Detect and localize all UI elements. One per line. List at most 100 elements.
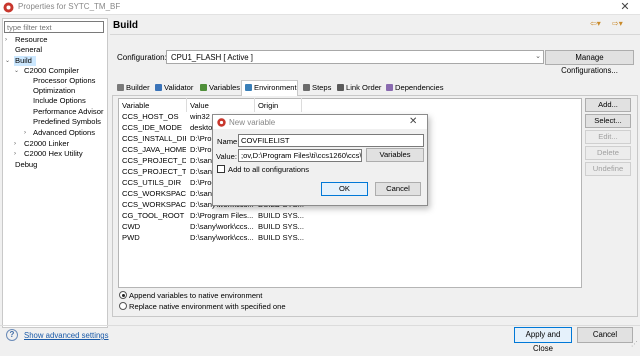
tab-environment[interactable]: Environment [245,82,297,94]
link-order-icon [337,84,344,91]
column-divider[interactable] [301,98,302,112]
configuration-label: Configuration: [117,53,167,62]
cell-variable: PWD [122,233,140,242]
variables-icon [200,84,207,91]
tree-item-predefined-symbols[interactable]: Predefined Symbols [33,117,101,127]
chevron-down-icon[interactable]: ⌄ [532,50,544,64]
tab-label: Variables [209,83,241,92]
name-label: Name: [217,137,240,146]
cell-variable: CG_TOOL_ROOT [122,211,185,220]
forward-arrow-icon[interactable]: ⇨▾ [612,19,623,28]
value-label: Value: [216,152,237,161]
cell-variable: CWD [122,222,141,231]
cell-variable: CCS_WORKSPAC... [122,200,186,209]
tab-label: Environment [254,83,297,92]
tab-link-order[interactable]: Link Order [337,82,381,94]
add-to-all-configurations-label: Add to all configurations [228,165,310,174]
page-title: Build [113,20,138,31]
tab-label: Validator [164,83,194,92]
tab-label: Dependencies [395,83,444,92]
cell-origin: BUILD SYS... [258,211,304,220]
back-arrow-icon[interactable]: ⇦▾ [590,19,601,28]
tree-item-build[interactable]: Build [14,56,36,66]
dependencies-icon [386,84,393,91]
expand-icon[interactable]: › [14,139,16,149]
value-field[interactable]: ;ov,D:\Program Files\ti\ccs1260\ccs\ [238,149,362,162]
column-divider[interactable] [186,98,187,112]
show-advanced-settings-link[interactable]: Show advanced settings [24,331,109,340]
name-field[interactable]: COVFILELIST [238,134,424,147]
validator-icon [155,84,162,91]
expand-icon[interactable]: › [5,35,7,45]
select-button[interactable]: Select... [585,114,631,128]
cell-origin: BUILD SYS... [258,233,304,242]
cell-variable: CCS_PROJECT_TE... [122,167,186,176]
expand-icon[interactable]: › [24,128,26,138]
dialog-title: New variable [229,118,276,127]
tree-item-debug[interactable]: Debug [15,160,37,170]
cell-variable: CCS_WORKSPAC... [122,189,186,198]
tab-variables[interactable]: Variables [200,82,240,94]
add-to-all-configurations-checkbox[interactable] [217,165,225,173]
cell-variable: CCS_HOST_OS [122,112,179,121]
app-icon [3,2,14,13]
variables-button[interactable]: Variables [366,148,424,162]
configuration-select[interactable]: CPU1_FLASH [ Active ] [166,50,544,64]
collapse-icon[interactable]: ⌄ [14,66,19,76]
column-divider[interactable] [254,98,255,112]
tree-item-include-options[interactable]: Include Options [33,96,86,106]
tab-validator[interactable]: Validator [155,82,193,94]
cancel-button[interactable]: Cancel [577,327,633,343]
tree-item-c2000-linker[interactable]: C2000 Linker [24,139,69,149]
tab-builder[interactable]: Builder [117,82,150,94]
column-header-value[interactable]: Value [190,101,209,110]
cell-value: D:\sany\work\ccs... [190,222,254,231]
tree-item-processor-options[interactable]: Processor Options [33,76,95,86]
help-icon[interactable]: ? [6,329,18,341]
tab-label: Steps [312,83,332,92]
delete-button[interactable]: Delete [585,146,631,160]
header-divider [110,34,640,35]
tree-item-advanced-options[interactable]: Advanced Options [33,128,95,138]
footer-divider [0,325,640,326]
tree-item-general[interactable]: General [15,45,42,55]
cell-variable: CCS_INSTALL_DIR [122,134,186,143]
app-icon [217,118,226,127]
tab-steps[interactable]: Steps [303,82,331,94]
edit-button[interactable]: Edit... [585,130,631,144]
cell-value: D:\sany\work\ccs... [190,233,254,242]
manage-configurations-button[interactable]: Manage Configurations... [545,50,634,75]
tree-item-c2000-hex-utility[interactable]: C2000 Hex Utility [24,149,83,159]
tab-label: Link Order [346,83,382,92]
ok-button[interactable]: OK [321,182,368,196]
replace-radio-label: Replace native environment with specifie… [129,302,286,311]
dialog-cancel-button[interactable]: Cancel [375,182,421,196]
cell-origin: BUILD SYS... [258,222,304,231]
filter-input[interactable] [4,21,104,33]
cell-variable: CCS_JAVA_HOME [122,145,186,154]
append-radio-label: Append variables to native environment [129,291,263,300]
steps-icon [303,84,310,91]
cell-variable: CCS_IDE_MODE [122,123,182,132]
tree-item-performance-advisor[interactable]: Performance Advisor [33,107,103,117]
replace-radio[interactable] [119,302,127,310]
add-button[interactable]: Add... [585,98,631,112]
expand-icon[interactable]: › [14,149,16,159]
window-title: Properties for SYTC_TM_BF [18,2,121,11]
column-header-origin[interactable]: Origin [258,101,278,110]
tree-item-resource[interactable]: Resource [15,35,48,45]
cell-variable: CCS_PROJECT_DIR [122,156,186,165]
undefine-button[interactable]: Undefine [585,162,631,176]
close-icon[interactable]: ✕ [409,116,417,127]
tree-item-optimization[interactable]: Optimization [33,86,75,96]
tab-dependencies[interactable]: Dependencies [386,82,444,94]
apply-and-close-button[interactable]: Apply and Close [514,327,572,353]
cell-value: D:\Program Files... [190,211,254,220]
tree-item-c2000-compiler[interactable]: C2000 Compiler [24,66,79,76]
collapse-icon[interactable]: ⌄ [5,56,10,66]
column-header-variable[interactable]: Variable [122,101,149,110]
resize-grip-icon[interactable]: ⋰ [631,340,638,348]
cell-variable: CCS_UTILS_DIR [122,178,182,187]
append-radio[interactable] [119,291,127,299]
close-icon[interactable]: ✕ [618,1,632,14]
